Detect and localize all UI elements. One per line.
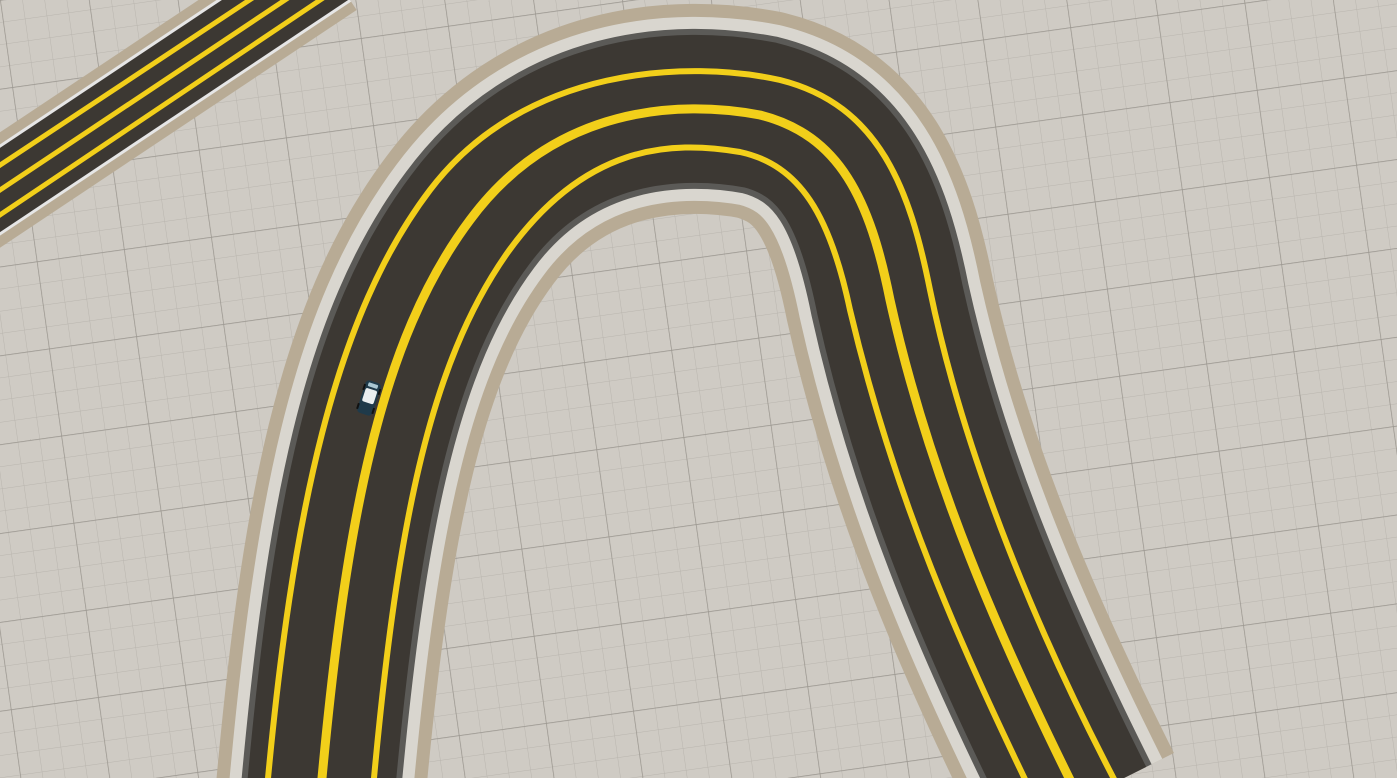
game-viewport[interactable]	[0, 0, 1397, 778]
